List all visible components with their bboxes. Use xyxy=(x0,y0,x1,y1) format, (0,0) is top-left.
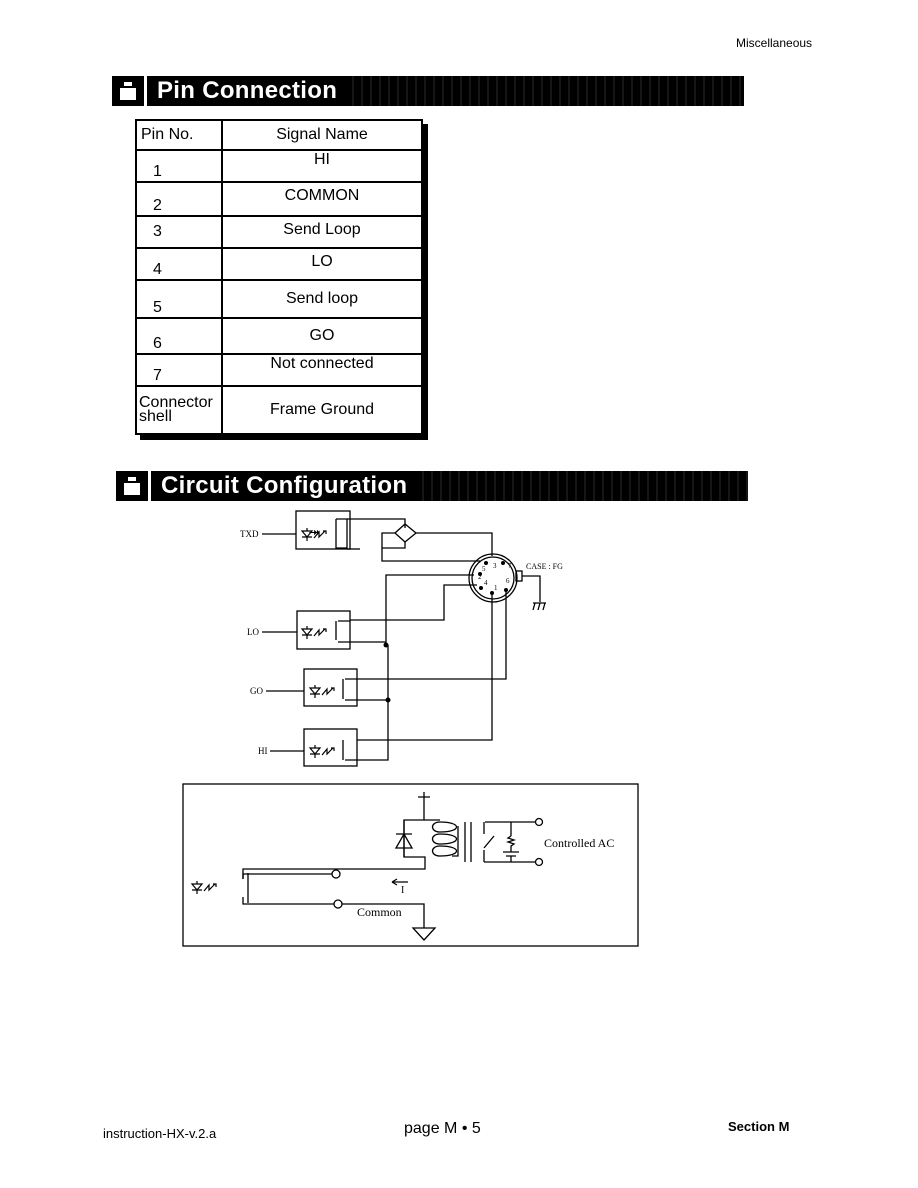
led-phototransistor-icon xyxy=(300,626,327,639)
ground-triangle xyxy=(411,927,437,941)
input-label-hi: HI xyxy=(258,746,268,756)
led-phototransistor-icon xyxy=(308,745,335,758)
ground-symbol xyxy=(532,602,546,611)
case-label: CASE : FG xyxy=(526,562,563,571)
pin-label: 7 xyxy=(508,562,512,570)
terminal-circle xyxy=(534,817,544,827)
pin-label: 1 xyxy=(494,584,498,592)
input-label-go: GO xyxy=(250,686,263,696)
pin-label: 4 xyxy=(484,579,488,587)
doc-id: instruction-HX-v.2.a xyxy=(103,1126,217,1141)
pin-label: 2 xyxy=(478,573,482,581)
pin-label: 6 xyxy=(506,577,510,585)
page-number: page M • 5 xyxy=(404,1120,481,1137)
circuit-diagram: TXD LO GO HI CASE : FG 3 5 7 2 4 1 6 I C… xyxy=(182,510,639,947)
input-label-lo: LO xyxy=(247,627,259,637)
relay-coil xyxy=(424,819,459,857)
plus-icon xyxy=(418,792,430,806)
common-label: Common xyxy=(357,905,402,919)
current-arrow xyxy=(391,878,408,886)
controlled-ac-label: Controlled AC xyxy=(544,836,614,850)
pin-label: 3 xyxy=(493,562,497,570)
input-label-txd: TXD xyxy=(240,529,259,539)
optocoupler-txd xyxy=(295,510,351,550)
terminal-circle xyxy=(534,857,544,867)
led-phototransistor-icon xyxy=(308,685,335,698)
section-label: Section M xyxy=(728,1119,790,1134)
led-phototransistor-icon xyxy=(190,881,217,894)
pin-label: 5 xyxy=(482,565,486,573)
relay-example-box xyxy=(182,783,639,947)
current-label: I xyxy=(401,885,404,896)
